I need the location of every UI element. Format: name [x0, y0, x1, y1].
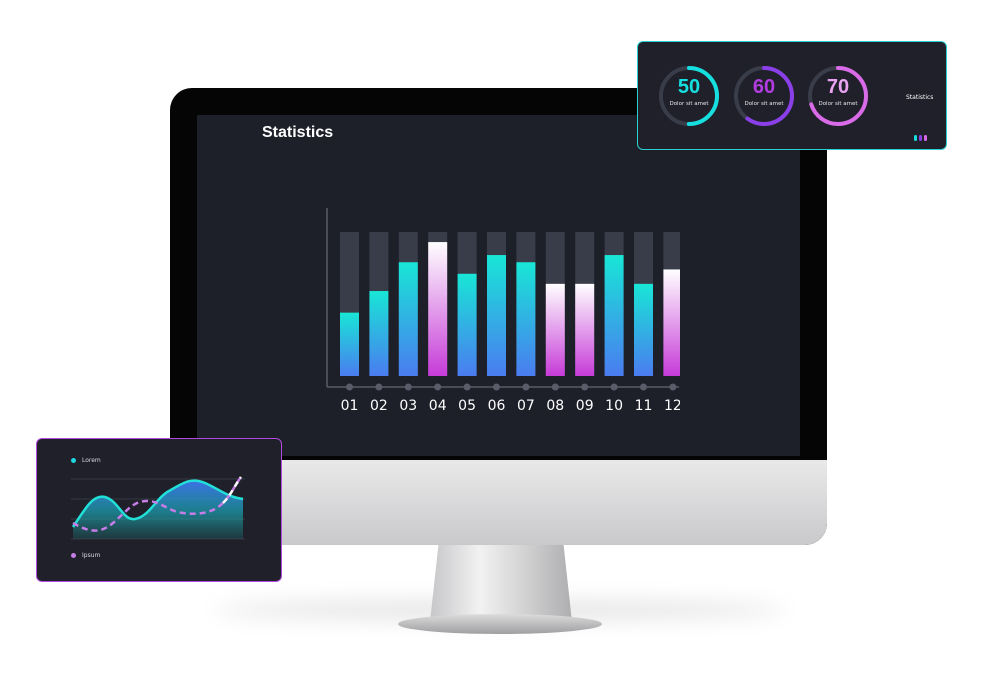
bar: [487, 255, 506, 376]
ring-1-value: 50: [677, 76, 701, 98]
x-tick-dot: [581, 383, 589, 391]
x-tick-dot: [610, 383, 618, 391]
dot-pink: [924, 135, 927, 141]
bar: [545, 283, 565, 376]
x-tick-dot: [404, 383, 412, 391]
x-tick-dot: [434, 383, 442, 391]
ring-3: 70 Dolor sit amet: [806, 64, 870, 128]
bar: [575, 283, 595, 376]
bar: [634, 283, 653, 376]
x-tick-label: 08: [546, 398, 564, 414]
legend-lorem-label: Lorem: [82, 457, 101, 464]
x-tick-label: 11: [635, 398, 653, 414]
x-tick-dot: [493, 383, 500, 391]
x-tick-label: 09: [576, 398, 594, 414]
x-tick-dot: [463, 383, 471, 391]
x-tick-dot: [375, 383, 383, 391]
x-tick-label: 07: [517, 398, 535, 414]
bar: [340, 312, 359, 376]
bar: [663, 269, 680, 376]
x-tick-dot: [640, 383, 647, 391]
bar: [428, 242, 448, 376]
x-tick-label: 04: [429, 398, 447, 414]
x-tick-label: 03: [399, 398, 417, 414]
bar-chart: 01 02 03 04 05 06 07 08 09 10 11 12: [326, 208, 680, 414]
dot-teal: [914, 135, 917, 141]
ring-3-label: Dolor sit amet: [818, 101, 858, 107]
legend-lorem-dot: [71, 458, 76, 463]
x-tick-label: 10: [605, 398, 623, 414]
bar: [398, 262, 418, 376]
legend-lorem: Lorem: [71, 457, 101, 464]
x-tick-label: 05: [458, 398, 476, 414]
ring-stats-card: 50 Dolor sit amet 60 Dolor sit amet 70 D…: [637, 41, 947, 150]
bar: [516, 262, 536, 376]
ring-2: 60 Dolor sit amet: [732, 64, 796, 128]
page-title: Statistics: [262, 124, 334, 141]
ring-2-value: 60: [752, 76, 776, 98]
bar: [457, 273, 477, 376]
line-chart-card: Lorem Ipsum: [36, 438, 282, 582]
legend-ipsum-dot: [71, 553, 76, 558]
ring-1: 50 Dolor sit amet: [657, 64, 721, 128]
legend-ipsum-label: Ipsum: [82, 552, 101, 559]
x-tick-dot: [551, 383, 559, 391]
bar: [604, 255, 624, 376]
monitor-stand: [430, 544, 572, 622]
x-tick-dot: [669, 383, 677, 391]
x-tick-label: 01: [341, 398, 359, 414]
ring-card-dots: [914, 126, 929, 145]
x-tick-dot: [346, 383, 353, 391]
ring-2-label: Dolor sit amet: [744, 101, 784, 107]
monitor-stand-base: [398, 614, 602, 634]
legend-ipsum: Ipsum: [71, 552, 100, 559]
x-tick-label: 12: [664, 398, 680, 414]
x-tick-label: 06: [488, 398, 506, 414]
ring-1-label: Dolor sit amet: [669, 101, 709, 107]
x-tick-label: 02: [370, 398, 388, 414]
ring-3-value: 70: [826, 76, 850, 98]
dot-purple: [919, 135, 922, 141]
bar: [369, 291, 389, 376]
x-tick-dot: [522, 383, 530, 391]
ring-card-label: Statistics: [906, 94, 934, 101]
